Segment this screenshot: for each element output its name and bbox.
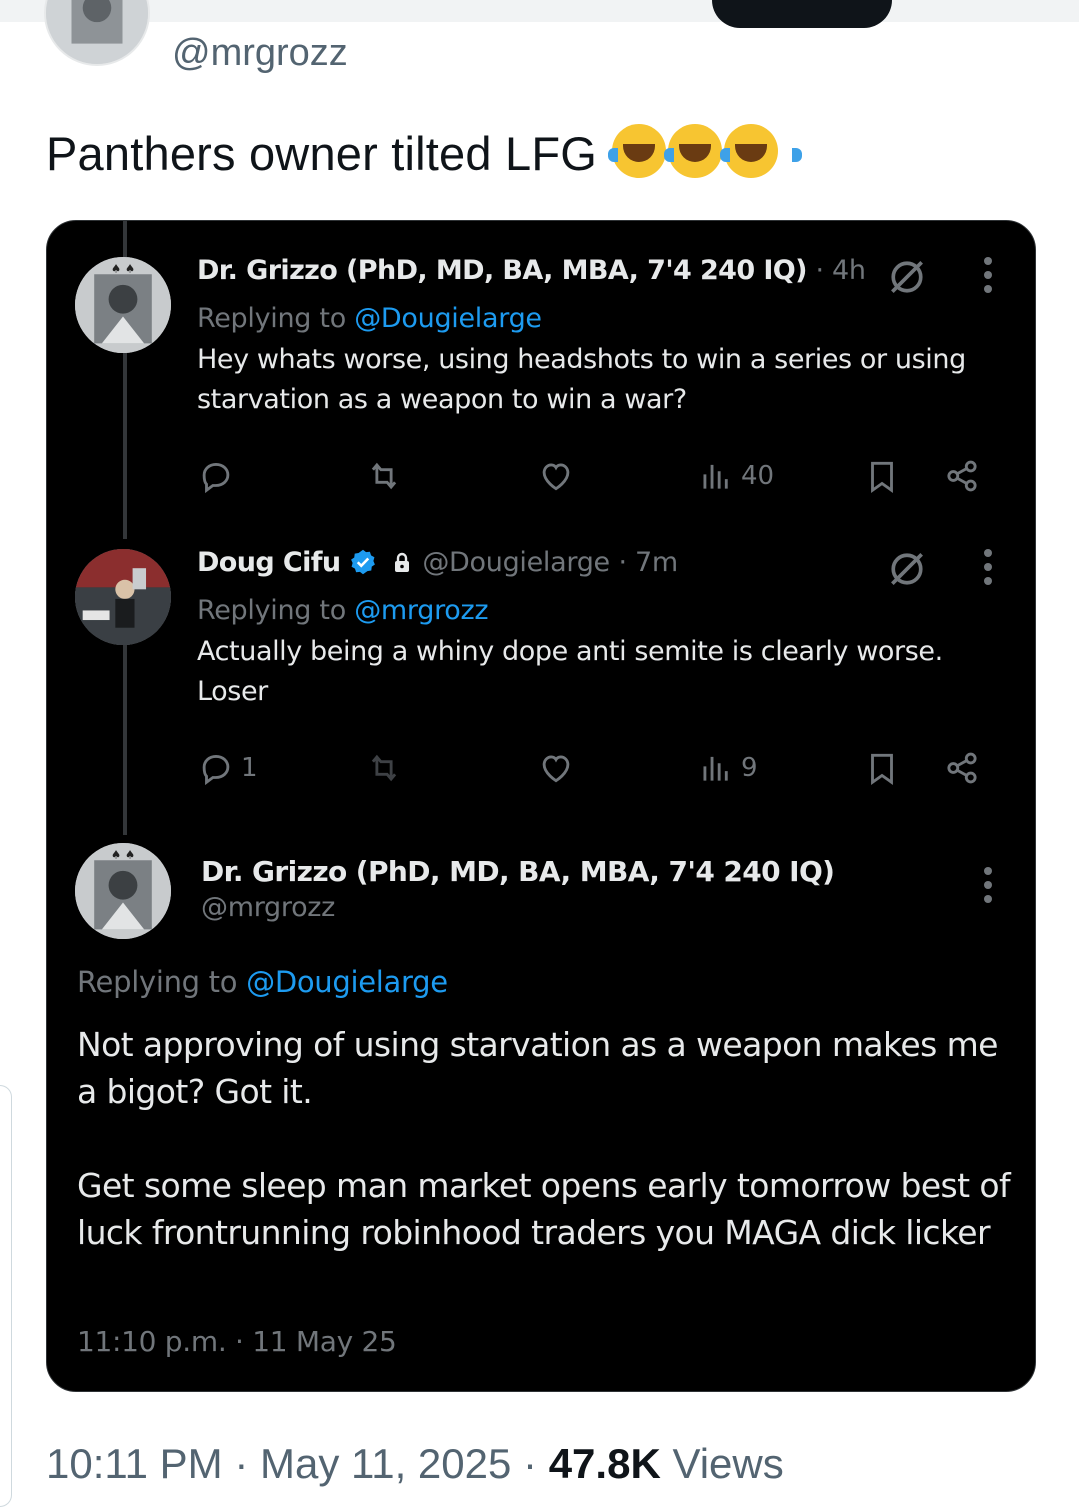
timestamp[interactable]: 11:10 p.m. · 11 May 25 [77,1325,397,1358]
replying-label: Replying to [197,595,346,626]
grok-icon[interactable] [885,547,929,591]
like-button[interactable] [537,743,575,793]
tweet-header: Doug Cifu @Dougielarge · 7m [197,547,995,587]
reply-button[interactable]: 1 [197,743,258,793]
tweet-actions: 40 [197,451,995,501]
mention-link[interactable]: @Dougielarge [246,965,448,999]
grok-icon[interactable] [885,255,929,299]
face-with-tears-of-joy-icon [720,124,803,178]
top-fade [0,0,1079,22]
share-icon [947,752,977,784]
tweet-text-content: Panthers owner tilted LFG [46,127,597,180]
views-icon [703,756,728,781]
retweet-button[interactable] [365,451,403,501]
display-name[interactable]: Doug Cifu [197,547,341,578]
replying-to: Replying to @Dougielarge [77,965,448,999]
tweet-footer: 10:11 PM · May 11, 2025 · 47.8K Views [46,1440,784,1488]
replying-to: Replying to @mrgrozz [197,595,995,626]
tweet-text: Panthers owner tilted LFG [46,124,803,181]
tweet-actions: 1 9 [197,743,995,793]
bookmark-icon [871,461,893,494]
tweet-header: Dr. Grizzo (PhD, MD, BA, MBA, 7'4 240 IQ… [197,255,995,295]
more-icon[interactable] [982,867,994,903]
mention-link[interactable]: @mrgrozz [354,595,488,626]
verified-badge-icon [351,549,376,575]
author-handle[interactable]: @mrgrozz [172,32,348,75]
more-icon[interactable] [982,257,994,293]
face-with-tears-of-joy-icon [608,124,691,178]
reply-icon [202,755,230,786]
side-panel-edge [0,1085,12,1507]
tweet-text-line: Loser [197,676,268,707]
retweet-icon [371,754,397,782]
reply-icon [202,463,230,494]
thread-line [123,645,127,835]
share-icon [947,460,977,492]
views-count: 40 [741,461,775,491]
views-label: Views [672,1440,784,1487]
avatar[interactable] [75,549,171,645]
share-button[interactable] [943,743,981,793]
views-count: 47.8K [548,1440,661,1487]
display-name[interactable]: Dr. Grizzo (PhD, MD, BA, MBA, 7'4 240 IQ… [197,255,807,286]
retweet-button[interactable] [365,743,403,793]
thread-line [123,221,127,257]
tweet-text-line: Actually being a whiny dope anti semite … [197,636,943,667]
avatar[interactable]: ♠ ♠ [75,257,171,353]
face-with-tears-of-joy-icon [664,124,747,178]
views-button[interactable]: 40 [697,451,774,501]
share-button[interactable] [943,451,981,501]
lock-icon [394,552,409,572]
timestamp[interactable]: · 7m [618,547,678,578]
like-button[interactable] [537,451,575,501]
tweet[interactable]: Doug Cifu @Dougielarge · 7m Replying to … [197,547,995,712]
post-time[interactable]: 10:11 PM · May 11, 2025 · [46,1440,537,1487]
bookmark-button[interactable] [863,451,901,501]
views-count: 9 [741,753,758,783]
avatar[interactable]: ♠ ♠ [75,843,171,939]
views-button[interactable]: 9 [697,743,758,793]
display-name[interactable]: Dr. Grizzo (PhD, MD, BA, MBA, 7'4 240 IQ… [201,855,835,888]
svg-text:♠ ♠: ♠ ♠ [111,847,135,861]
like-icon [542,463,570,491]
retweet-icon [371,462,397,490]
bookmark-icon [871,753,893,786]
mention-link[interactable]: @Dougielarge [354,303,542,334]
tweet-text: Hey whats worse, using headshots to win … [197,344,966,415]
author-info[interactable]: Dr. Grizzo (PhD, MD, BA, MBA, 7'4 240 IQ… [201,855,835,923]
more-icon[interactable] [982,549,994,585]
reply-button[interactable] [197,451,241,501]
svg-text:♠ ♠: ♠ ♠ [111,261,135,275]
views-icon [703,464,728,489]
replying-to: Replying to @Dougielarge [197,303,995,334]
follow-button-partial[interactable] [712,0,892,28]
tweet-paragraph: Not approving of using starvation as a w… [77,1025,998,1111]
screenshot-image[interactable]: ♠ ♠ Dr. Grizzo (PhD, MD, BA, MBA, 7'4 24… [46,220,1036,1392]
thread-line [123,353,127,539]
tweet[interactable]: Dr. Grizzo (PhD, MD, BA, MBA, 7'4 240 IQ… [197,255,995,420]
like-icon [542,755,570,783]
tweet-text: Actually being a whiny dope anti semite … [197,632,995,712]
replying-label: Replying to [77,965,238,999]
author-handle[interactable]: @mrgrozz [201,892,834,923]
tweet-paragraph: Get some sleep man market opens early to… [77,1166,1011,1252]
timestamp[interactable]: · 4h [815,255,866,286]
author-handle[interactable]: @Dougielarge [422,547,610,578]
reply-count: 1 [241,753,258,783]
bookmark-button[interactable] [863,743,901,793]
tweet-text: Not approving of using starvation as a w… [77,1021,1017,1256]
avatar[interactable] [44,0,150,66]
replying-label: Replying to [197,303,346,334]
